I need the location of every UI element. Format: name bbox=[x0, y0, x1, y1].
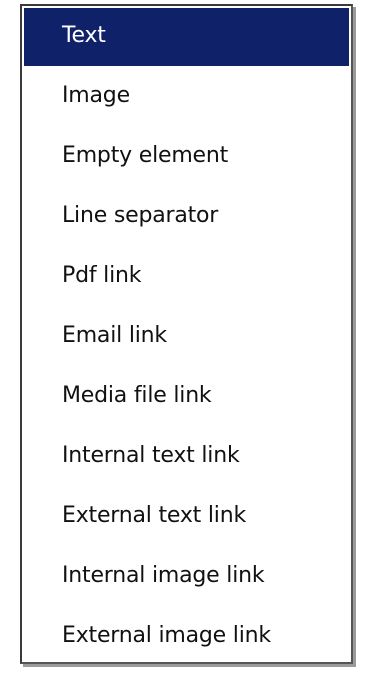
menu-list: Text Image Empty element Line separator … bbox=[22, 8, 351, 666]
menu-item-media-file-link[interactable]: Media file link bbox=[22, 366, 351, 426]
menu-item-email-link[interactable]: Email link bbox=[22, 306, 351, 366]
insert-element-dropdown-menu: Text Image Empty element Line separator … bbox=[20, 4, 353, 664]
menu-item-internal-image-link[interactable]: Internal image link bbox=[22, 546, 351, 606]
menu-item-external-text-link[interactable]: External text link bbox=[22, 486, 351, 546]
menu-item-text[interactable]: Text bbox=[24, 8, 349, 66]
menu-item-empty-element[interactable]: Empty element bbox=[22, 126, 351, 186]
menu-item-pdf-link[interactable]: Pdf link bbox=[22, 246, 351, 306]
menu-item-line-separator[interactable]: Line separator bbox=[22, 186, 351, 246]
menu-item-internal-text-link[interactable]: Internal text link bbox=[22, 426, 351, 486]
menu-item-external-image-link[interactable]: External image link bbox=[22, 606, 351, 666]
menu-item-image[interactable]: Image bbox=[22, 66, 351, 126]
